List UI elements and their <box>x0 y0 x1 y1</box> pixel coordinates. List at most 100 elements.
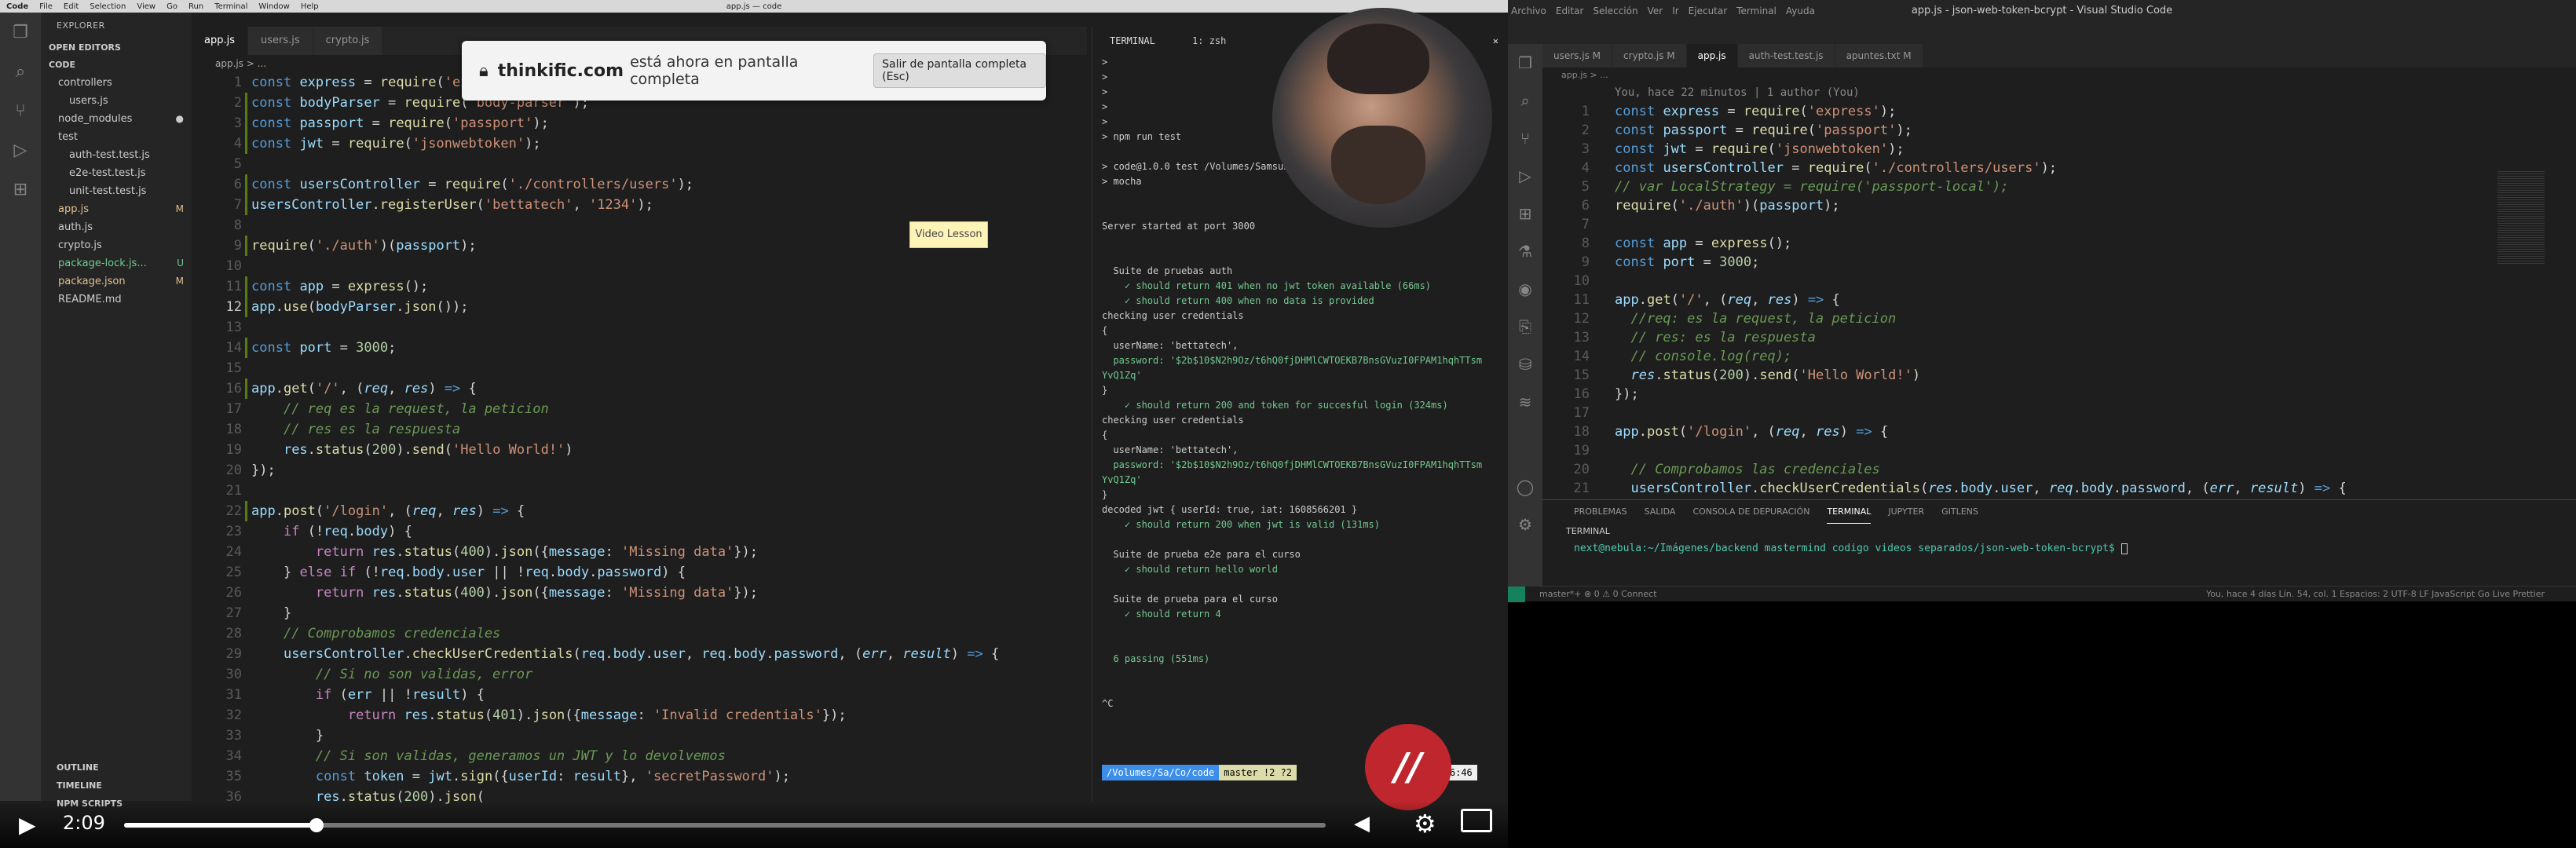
terminal-line: userName: 'bettatech', <box>1102 444 1239 455</box>
file-item[interactable]: unit-test.test.js <box>41 182 192 200</box>
volume-icon[interactable]: ◀ <box>1354 812 1370 835</box>
layers-icon[interactable]: ≋ <box>1508 383 1542 421</box>
open-editors-section[interactable]: OPEN EDITORS <box>41 39 192 57</box>
tab-users-js[interactable]: users.js <box>248 27 313 55</box>
menu-code[interactable]: Code <box>6 2 28 11</box>
menu-help[interactable]: Help <box>301 2 319 11</box>
explorer-icon[interactable]: ❐ <box>1508 44 1542 82</box>
tab-problemas[interactable]: PROBLEMAS <box>1574 500 1627 524</box>
tab-consola[interactable]: CONSOLA DE DEPURACIÓN <box>1692 500 1809 524</box>
remote-indicator[interactable] <box>1508 587 1525 602</box>
tab-crypto-js[interactable]: crypto.js <box>313 27 383 55</box>
tab-salida[interactable]: SALIDA <box>1645 500 1676 524</box>
menu-window[interactable]: Window <box>258 2 289 11</box>
status-right[interactable]: You, hace 4 días Lín. 54, col. 1 Espacio… <box>2206 587 2545 602</box>
run-icon[interactable]: ▷ <box>0 130 41 170</box>
video-lesson-badge[interactable]: Video Lesson <box>909 221 988 248</box>
tab-terminal[interactable]: TERMINAL <box>1827 500 1872 524</box>
file-item[interactable]: test <box>41 128 192 146</box>
exit-fullscreen-button[interactable]: Salir de pantalla completa (Esc) <box>873 53 1046 88</box>
github-icon[interactable]: ◉ <box>1508 270 1542 308</box>
menu-selection[interactable]: Selection <box>90 2 126 11</box>
file-item[interactable]: app.js M <box>41 200 192 218</box>
file-item[interactable]: auth.js <box>41 218 192 236</box>
menu-file[interactable]: File <box>39 2 53 11</box>
terminal-prompt[interactable]: next@nebula:~/Imágenes/backend mastermin… <box>1542 539 2576 558</box>
file-item[interactable]: README.md <box>41 291 192 309</box>
tab-app-js[interactable]: app.js <box>1686 44 1738 68</box>
timeline-section[interactable]: TIMELINE <box>41 777 192 795</box>
outline-section[interactable]: OUTLINE <box>41 758 192 777</box>
file-item[interactable]: controllers <box>41 74 192 92</box>
tab-apuntes[interactable]: apuntes.txt M <box>1835 44 1923 68</box>
file-item[interactable]: node_modules ● <box>41 110 192 128</box>
menu-ir[interactable]: Ir <box>1672 0 1678 22</box>
tab-users-js[interactable]: users.js M <box>1542 44 1612 68</box>
play-icon[interactable]: ▶ <box>19 812 36 838</box>
minimap[interactable] <box>2497 170 2545 264</box>
test-icon[interactable]: ⚗ <box>1508 232 1542 270</box>
menu-selección[interactable]: Selección <box>1593 0 1637 22</box>
tab-jupyter[interactable]: JUPYTER <box>1888 500 1924 524</box>
code-editor[interactable]: 1const express = require('express'); 2co… <box>192 72 1087 805</box>
notice-site: thinkific.com <box>497 60 624 81</box>
file-item[interactable]: crypto.js <box>41 236 192 254</box>
menu-run[interactable]: Run <box>188 2 203 11</box>
menu-terminal[interactable]: Terminal <box>1736 0 1776 22</box>
menu-edit[interactable]: Edit <box>64 2 79 11</box>
file-item[interactable]: users.js <box>41 92 192 110</box>
tab-app-js[interactable]: app.js <box>192 27 248 55</box>
menu-ayuda[interactable]: Ayuda <box>1786 0 1815 22</box>
tab-gitlens[interactable]: GITLENS <box>1941 500 1978 524</box>
shell-selector[interactable]: 1: zsh <box>1192 35 1226 46</box>
breadcrumb[interactable]: app.js > ... <box>1542 68 2576 83</box>
tab-auth-test[interactable]: auth-test.test.js <box>1737 44 1835 68</box>
menu-ejecutar[interactable]: Ejecutar <box>1689 0 1728 22</box>
title-bar: app.js - json-web-token-bcrypt - Visual … <box>1508 0 2576 22</box>
terminal-line: ^C <box>1102 698 1114 709</box>
code-section[interactable]: CODE <box>41 57 192 74</box>
git-blame[interactable]: You, hace 22 minutos | 1 author (You) <box>1615 83 1860 102</box>
search-icon[interactable]: ⌕ <box>0 52 41 91</box>
file-item[interactable]: e2e-test.test.js <box>41 164 192 182</box>
status-left[interactable]: master*+ ⊗ 0 ⚠ 0 Connect <box>1539 587 1657 602</box>
file-item[interactable]: package-lock.js... U <box>41 254 192 272</box>
settings-gear-icon[interactable]: ⚙ <box>1414 809 1436 839</box>
file-item[interactable]: auth-test.test.js <box>41 146 192 164</box>
menu-editar[interactable]: Editar <box>1556 0 1584 22</box>
code-editor[interactable]: You, hace 22 minutos | 1 author (You) 1c… <box>1542 83 2576 499</box>
breadcrumb[interactable]: app.js > ... <box>192 55 266 72</box>
menu-go[interactable]: Go <box>166 2 177 11</box>
video-player[interactable]: Code File Edit Selection View Go Run Terminal Wi… <box>0 0 1508 848</box>
terminal-line: ✓ should return 200 and token for succes… <box>1102 400 1448 411</box>
mac-menubar: Code File Edit Selection View Go Run Terminal Wi… <box>0 0 1508 13</box>
extensions-icon[interactable]: ⊞ <box>0 170 41 209</box>
search-icon[interactable]: ⌕ <box>1508 82 1542 119</box>
line-number: 6 <box>1581 198 1590 214</box>
terminal-line: Suite de pruebas auth <box>1102 265 1233 276</box>
extensions-icon[interactable]: ⊞ <box>1508 195 1542 232</box>
seek-handle[interactable] <box>309 818 324 832</box>
fullscreen-icon[interactable] <box>1461 809 1492 832</box>
source-control-icon[interactable]: ⑂ <box>1508 119 1542 157</box>
account-icon[interactable]: ◯ <box>1508 468 1542 506</box>
menu-ver[interactable]: Ver <box>1648 0 1663 22</box>
source-control-icon[interactable]: ⑂ <box>0 91 41 130</box>
line-number: 16 <box>1573 386 1590 402</box>
run-icon[interactable]: ▷ <box>1508 157 1542 195</box>
database-icon[interactable]: ⛁ <box>1508 345 1542 383</box>
terminal-line: checking user credentials <box>1102 415 1244 426</box>
terminal-line: password: '$2b$10$N2h9Oz/t6hQ0fjDHMlCWTO… <box>1102 355 1483 366</box>
explorer-icon[interactable]: ❐ <box>0 13 41 52</box>
menu-archivo[interactable]: Archivo <box>1511 0 1546 22</box>
bottom-panel: PROBLEMAS SALIDA CONSOLA DE DEPURACIÓN T… <box>1542 499 2576 586</box>
file-item[interactable]: package.json M <box>41 272 192 291</box>
terminal-line: { <box>1102 429 1108 440</box>
seek-bar[interactable] <box>124 818 1326 832</box>
menu-view[interactable]: View <box>137 2 156 11</box>
close-icon[interactable]: ✕ <box>1493 27 1498 55</box>
remote-icon[interactable]: ⎘ <box>1508 308 1542 345</box>
manage-gear-icon[interactable]: ⚙ <box>1508 506 1542 543</box>
tab-crypto-js[interactable]: crypto.js M <box>1612 44 1687 68</box>
menu-terminal[interactable]: Terminal <box>214 2 247 11</box>
